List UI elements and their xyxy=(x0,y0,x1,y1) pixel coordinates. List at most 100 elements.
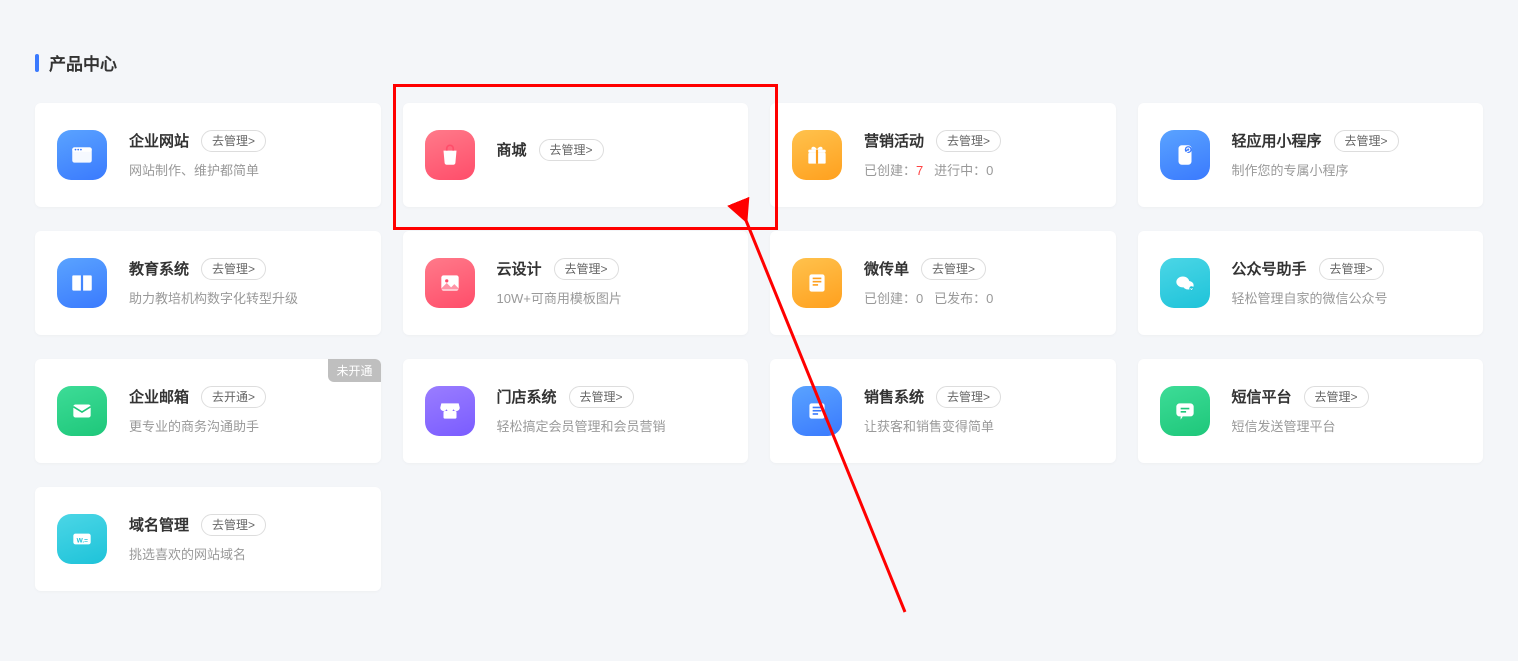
stat-running-label: 已发布： xyxy=(934,291,986,306)
card-title-row: 商城去管理> xyxy=(497,139,727,162)
section-accent-bar xyxy=(35,54,39,72)
manage-button[interactable]: 去管理> xyxy=(539,139,604,162)
manage-button[interactable]: 去管理> xyxy=(936,130,1001,153)
card-stats: 已创建：0 已发布：0 xyxy=(864,290,1094,308)
card-stats: 已创建：7 进行中：0 xyxy=(864,162,1094,180)
card-title-row: 微传单去管理> xyxy=(864,258,1094,281)
card-description: 短信发送管理平台 xyxy=(1232,418,1462,436)
card-title: 营销活动 xyxy=(864,130,924,151)
card-description: 制作您的专属小程序 xyxy=(1232,162,1462,180)
product-card[interactable]: 微传单去管理>已创建：0 已发布：0 xyxy=(770,231,1116,335)
card-title: 轻应用小程序 xyxy=(1232,130,1322,151)
wechat-icon xyxy=(1160,258,1210,308)
card-body: 云设计去管理> 10W+可商用模板图片 xyxy=(497,258,727,309)
card-title-row: 教育系统去管理> xyxy=(129,258,359,281)
card-title-row: 公众号助手去管理> xyxy=(1232,258,1462,281)
card-description: 助力教培机构数字化转型升级 xyxy=(129,290,359,308)
manage-button[interactable]: 去管理> xyxy=(1304,386,1369,409)
product-card[interactable]: W.=域名管理去管理>挑选喜欢的网站域名 xyxy=(35,487,381,591)
card-title: 短信平台 xyxy=(1232,386,1292,407)
card-description: 网站制作、维护都简单 xyxy=(129,162,359,180)
card-body: 营销活动去管理> 已创建：7 进行中：0 xyxy=(864,130,1094,181)
manage-button[interactable]: 去管理> xyxy=(936,386,1001,409)
card-title-row: 企业网站去管理> xyxy=(129,130,359,153)
manage-button[interactable]: 去管理> xyxy=(1334,130,1399,153)
card-body: 轻应用小程序去管理> 制作您的专属小程序 xyxy=(1232,130,1462,181)
store-icon xyxy=(425,386,475,436)
flyer-icon xyxy=(792,258,842,308)
stat-running-label: 进行中： xyxy=(934,163,986,178)
card-description: 10W+可商用模板图片 xyxy=(497,290,727,308)
image-icon xyxy=(425,258,475,308)
card-body: 微传单去管理>已创建：0 已发布：0 xyxy=(864,258,1094,309)
stat-created-value: 0 xyxy=(916,291,923,306)
card-title-row: 短信平台去管理> xyxy=(1232,386,1462,409)
sms-icon xyxy=(1160,386,1210,436)
product-card[interactable]: 轻应用小程序去管理> 制作您的专属小程序 xyxy=(1138,103,1484,207)
gift-icon xyxy=(792,130,842,180)
card-title: 企业邮箱 xyxy=(129,386,189,407)
stat-created-value: 7 xyxy=(916,163,923,178)
card-title-row: 销售系统去管理> xyxy=(864,386,1094,409)
product-card[interactable]: 企业邮箱去开通> 更专业的商务沟通助手 未开通 xyxy=(35,359,381,463)
card-body: 短信平台去管理> 短信发送管理平台 xyxy=(1232,386,1462,437)
card-body: 企业网站去管理> 网站制作、维护都简单 xyxy=(129,130,359,181)
manage-button[interactable]: 去管理> xyxy=(1319,258,1384,281)
card-title-row: 门店系统去管理> xyxy=(497,386,727,409)
card-body: 门店系统去管理> 轻松搞定会员管理和会员营销 xyxy=(497,386,727,437)
card-title-row: 企业邮箱去开通> xyxy=(129,386,359,409)
card-body: 商城去管理> xyxy=(497,139,727,172)
card-body: 公众号助手去管理> 轻松管理自家的微信公众号 xyxy=(1232,258,1462,309)
card-title-row: 云设计去管理> xyxy=(497,258,727,281)
card-title: 云设计 xyxy=(497,258,542,279)
card-title: 微传单 xyxy=(864,258,909,279)
card-description: 挑选喜欢的网站域名 xyxy=(129,546,359,564)
product-card[interactable]: 营销活动去管理> 已创建：7 进行中：0 xyxy=(770,103,1116,207)
window-icon xyxy=(57,130,107,180)
manage-button[interactable]: 去管理> xyxy=(554,258,619,281)
card-title: 企业网站 xyxy=(129,130,189,151)
shopping-bag-icon xyxy=(425,130,475,180)
card-body: 域名管理去管理> 挑选喜欢的网站域名 xyxy=(129,514,359,565)
manage-button[interactable]: 去管理> xyxy=(569,386,634,409)
manage-button[interactable]: 去管理> xyxy=(921,258,986,281)
product-card[interactable]: 商城去管理> xyxy=(403,103,749,207)
stat-created-label: 已创建： xyxy=(864,291,916,306)
product-card[interactable]: 云设计去管理> 10W+可商用模板图片 xyxy=(403,231,749,335)
section-header: 产品中心 xyxy=(35,50,1483,75)
product-card[interactable]: 教育系统去管理> 助力教培机构数字化转型升级 xyxy=(35,231,381,335)
product-card[interactable]: 销售系统去管理> 让获客和销售变得简单 xyxy=(770,359,1116,463)
unopened-tag: 未开通 xyxy=(328,359,380,382)
product-grid: 企业网站去管理>网站制作、维护都简单商城去管理>营销活动去管理>已创建：7 进行… xyxy=(35,103,1483,591)
section-title: 产品中心 xyxy=(49,50,117,75)
product-card[interactable]: 短信平台去管理> 短信发送管理平台 xyxy=(1138,359,1484,463)
card-title: 教育系统 xyxy=(129,258,189,279)
card-title-row: 营销活动去管理> xyxy=(864,130,1094,153)
stat-running-value: 0 xyxy=(986,163,993,178)
product-card[interactable]: 公众号助手去管理> 轻松管理自家的微信公众号 xyxy=(1138,231,1484,335)
open-button[interactable]: 去开通> xyxy=(201,386,266,409)
book-icon xyxy=(57,258,107,308)
mail-icon xyxy=(57,386,107,436)
list-icon xyxy=(792,386,842,436)
card-description: 轻松搞定会员管理和会员营销 xyxy=(497,418,727,436)
card-body: 销售系统去管理> 让获客和销售变得简单 xyxy=(864,386,1094,437)
manage-button[interactable]: 去管理> xyxy=(201,258,266,281)
card-description: 让获客和销售变得简单 xyxy=(864,418,1094,436)
product-card[interactable]: 企业网站去管理> 网站制作、维护都简单 xyxy=(35,103,381,207)
card-title: 公众号助手 xyxy=(1232,258,1307,279)
card-description: 轻松管理自家的微信公众号 xyxy=(1232,290,1462,308)
card-title-row: 轻应用小程序去管理> xyxy=(1232,130,1462,153)
manage-button[interactable]: 去管理> xyxy=(201,514,266,537)
card-title: 域名管理 xyxy=(129,514,189,535)
card-body: 教育系统去管理> 助力教培机构数字化转型升级 xyxy=(129,258,359,309)
card-body: 企业邮箱去开通> 更专业的商务沟通助手 xyxy=(129,386,359,437)
card-title: 商城 xyxy=(497,139,527,160)
stat-running-value: 0 xyxy=(986,291,993,306)
product-card[interactable]: 门店系统去管理> 轻松搞定会员管理和会员营销 xyxy=(403,359,749,463)
card-title: 门店系统 xyxy=(497,386,557,407)
miniapp-icon xyxy=(1160,130,1210,180)
card-description: 更专业的商务沟通助手 xyxy=(129,418,359,436)
card-title: 销售系统 xyxy=(864,386,924,407)
manage-button[interactable]: 去管理> xyxy=(201,130,266,153)
